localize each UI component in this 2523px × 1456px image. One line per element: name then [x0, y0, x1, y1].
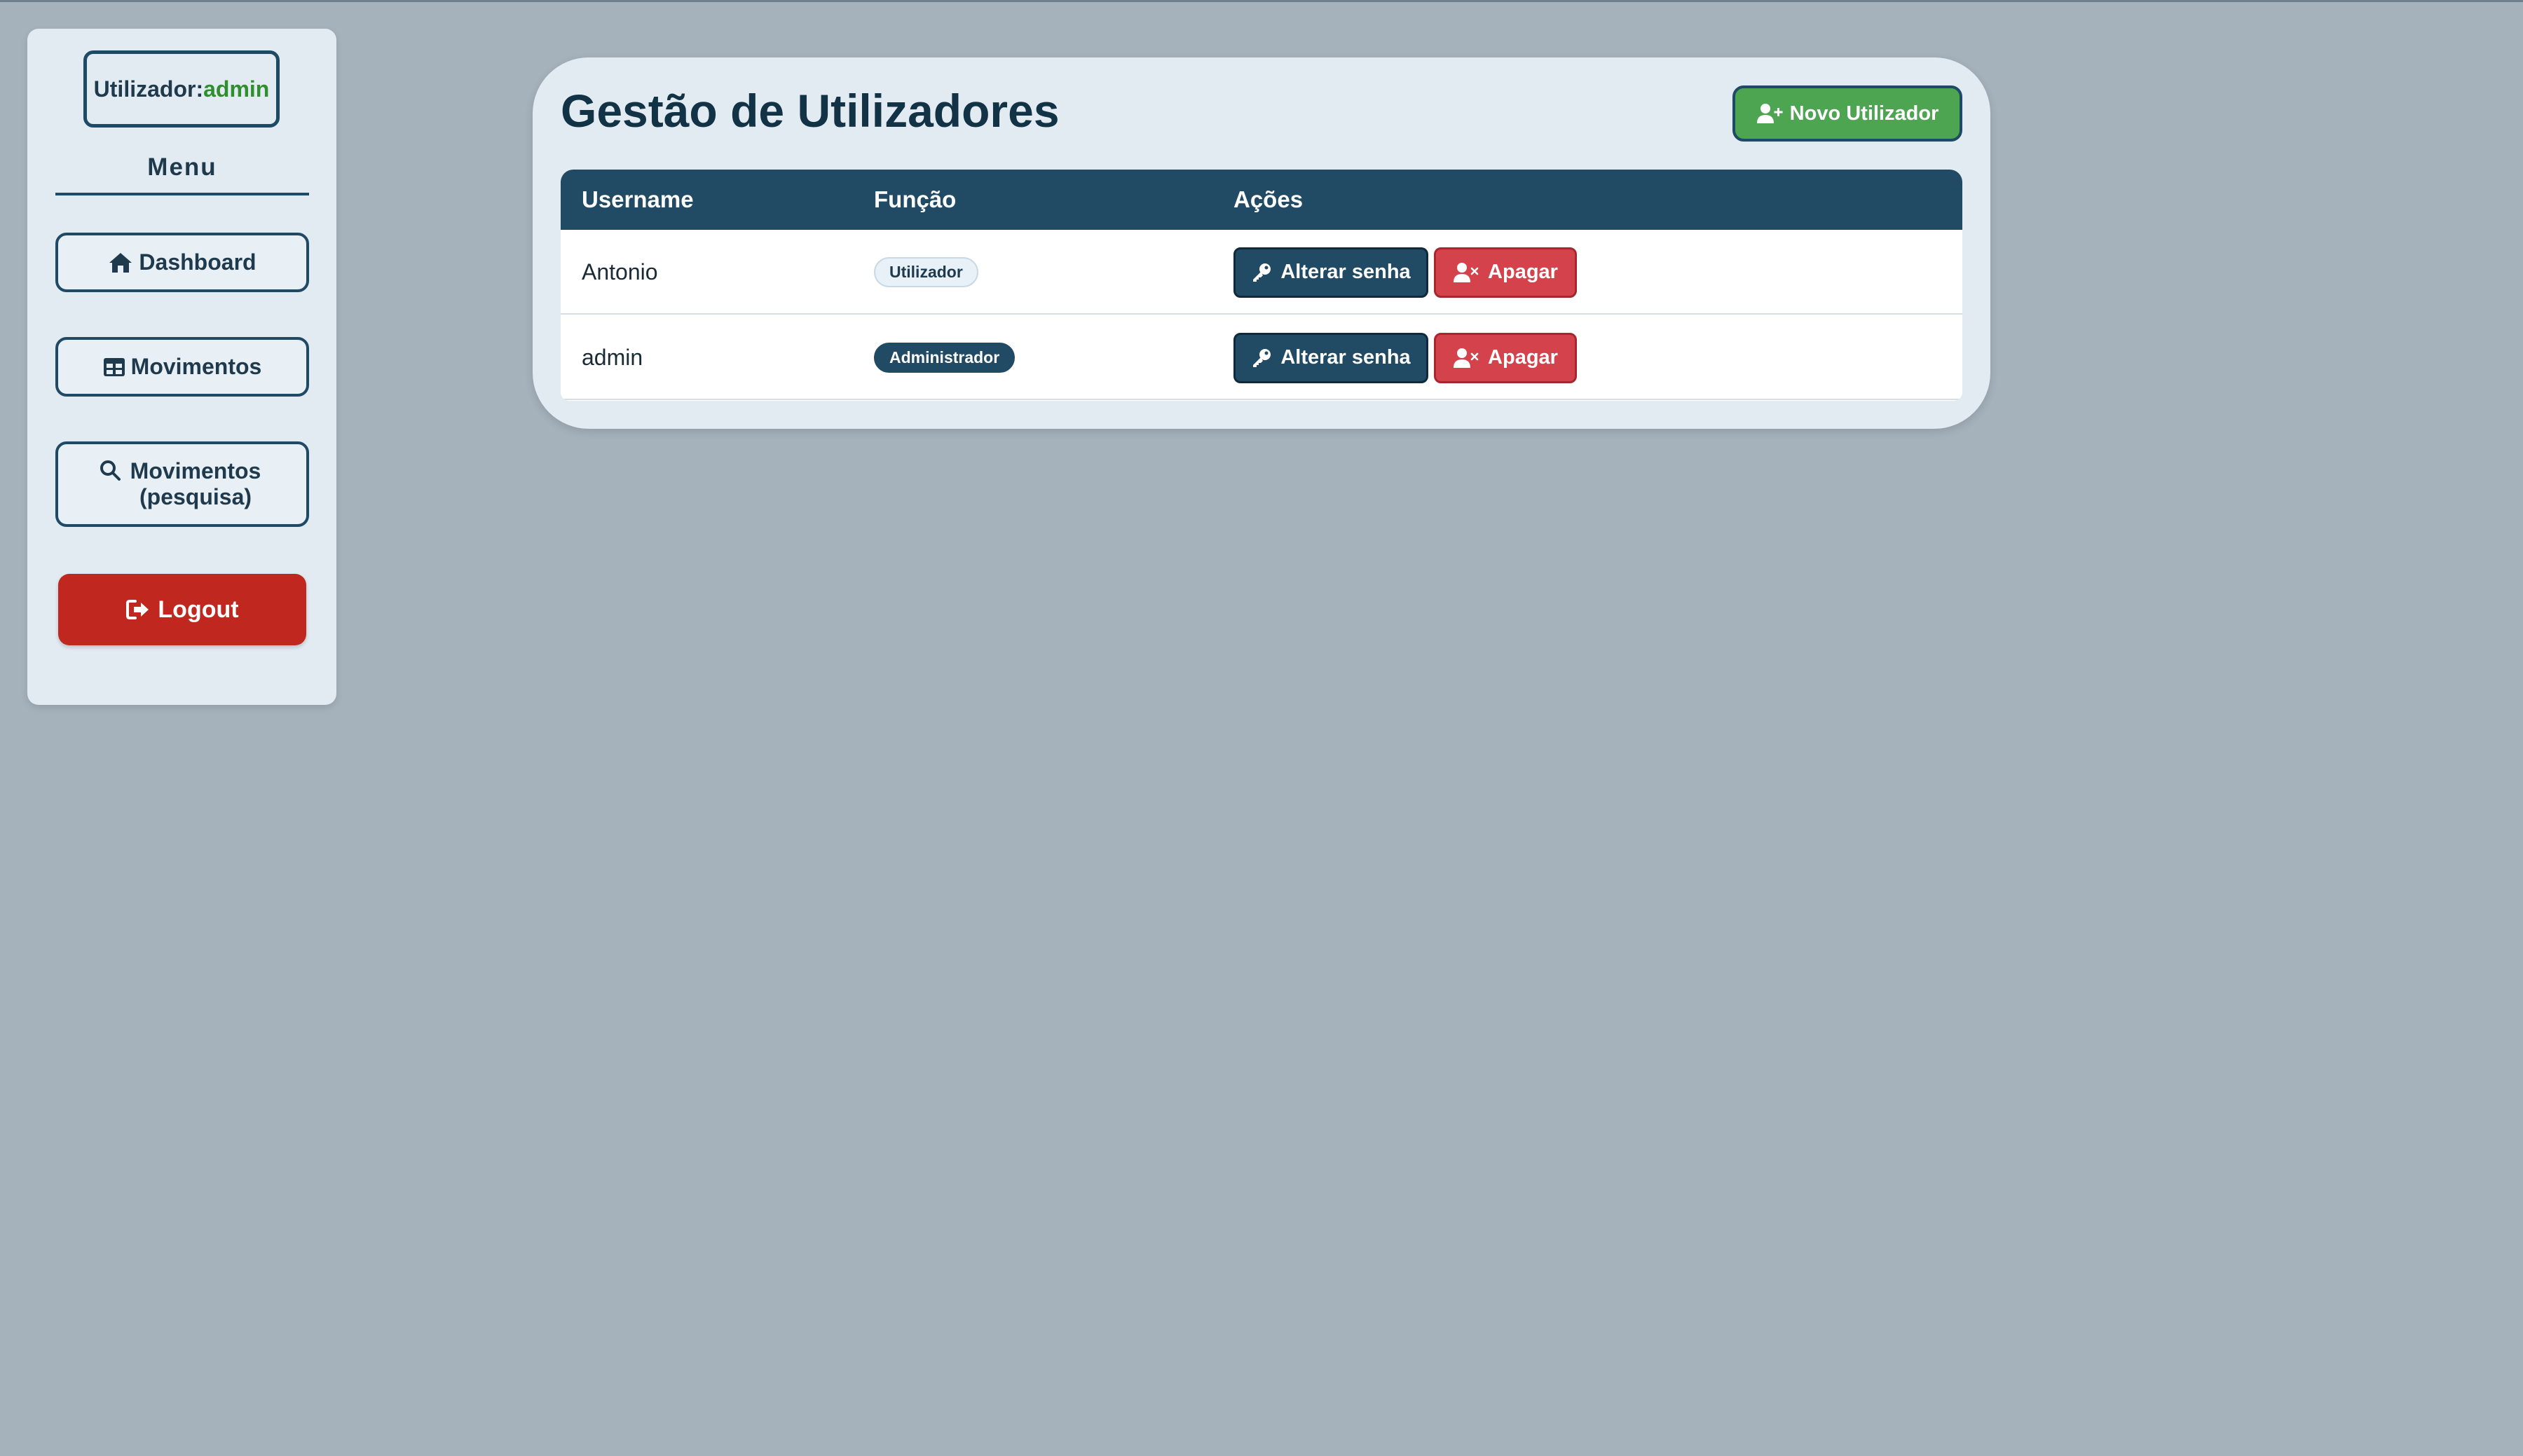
delete-label: Apagar [1488, 261, 1558, 283]
column-header-role: Função [874, 186, 957, 212]
top-border [0, 0, 2523, 2]
table-header: Username Função Ações [561, 170, 1962, 230]
sidebar: Utilizador: admin Menu Dashboard Moviment… [27, 29, 336, 705]
nav-movimentos-label: Movimentos [130, 354, 262, 380]
new-user-button[interactable]: Novo Utilizador [1732, 85, 1962, 142]
nav-dashboard-button[interactable]: Dashboard [55, 233, 309, 292]
username-cell: Antonio [582, 259, 658, 284]
role-cell: Administrador [874, 315, 1016, 400]
current-user-box: Utilizador: admin [83, 50, 280, 128]
user-management-card: Gestão de Utilizadores Novo Utilizador U… [533, 57, 1990, 429]
user-xmark-icon [1454, 262, 1479, 282]
logout-label: Logout [158, 596, 239, 623]
user-label: Utilizador: [93, 76, 204, 102]
table-icon [103, 357, 125, 376]
change-password-label: Alterar senha [1280, 346, 1411, 369]
actions-cell: Alterar senha Apagar [1233, 315, 1577, 400]
key-icon [1253, 263, 1271, 282]
user-plus-icon [1756, 104, 1783, 123]
nav-movimentos-pesquisa-button[interactable]: Movimentos (pesquisa) [55, 441, 309, 527]
column-header-username: Username [582, 186, 694, 212]
nav-movimentos-button[interactable]: Movimentos [55, 337, 309, 397]
change-password-label: Alterar senha [1280, 261, 1411, 283]
user-xmark-icon [1454, 348, 1479, 368]
menu-title: Menu [147, 153, 217, 181]
role-badge: Administrador [874, 343, 1016, 373]
role-badge: Utilizador [874, 257, 978, 287]
change-password-button[interactable]: Alterar senha [1233, 247, 1428, 298]
delete-user-button[interactable]: Apagar [1434, 332, 1577, 383]
nav-dashboard-label: Dashboard [139, 249, 257, 275]
user-name: admin [203, 76, 270, 102]
actions-cell: Alterar senha Apagar [1233, 230, 1577, 315]
page-title: Gestão de Utilizadores [561, 85, 1060, 137]
users-table: Username Função Ações Antonio Utilizador… [561, 170, 1962, 401]
search-icon [100, 460, 121, 481]
sign-out-icon [126, 600, 149, 619]
delete-label: Apagar [1488, 346, 1558, 369]
new-user-label: Novo Utilizador [1789, 102, 1939, 125]
key-icon [1253, 348, 1271, 367]
delete-user-button[interactable]: Apagar [1434, 247, 1577, 298]
home-icon [109, 252, 132, 273]
change-password-button[interactable]: Alterar senha [1233, 332, 1428, 383]
nav-movimentos-pesquisa-label: Movimentos (pesquisa) [130, 458, 261, 509]
menu-divider [55, 193, 309, 195]
column-header-actions: Ações [1233, 186, 1304, 212]
logout-button[interactable]: Logout [58, 574, 306, 645]
table-row: Antonio Utilizador Alterar senha Apagar [561, 230, 1962, 315]
role-cell: Utilizador [874, 230, 978, 315]
username-cell: admin [582, 345, 643, 370]
table-row: admin Administrador Alterar senha Apagar [561, 315, 1962, 400]
